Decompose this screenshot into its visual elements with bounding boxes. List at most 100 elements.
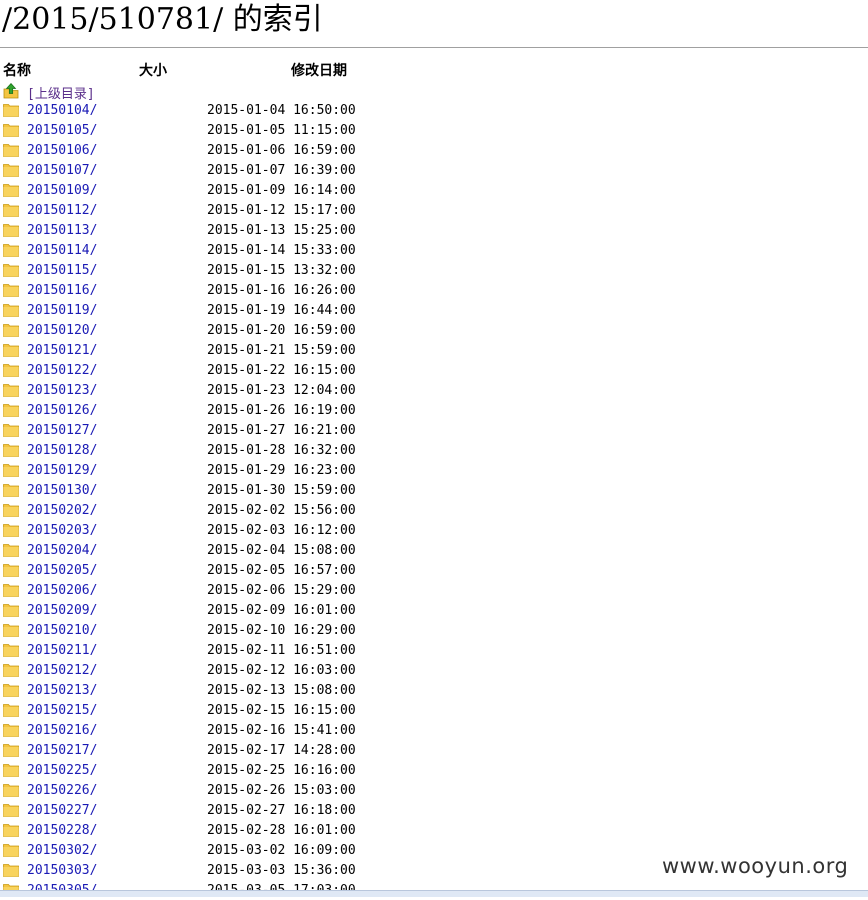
folder-link[interactable]: 20150122/ [27, 363, 97, 378]
folder-link[interactable]: 20150210/ [27, 623, 97, 638]
up-arrow-icon [3, 83, 19, 99]
folder-link[interactable]: 20150217/ [27, 743, 97, 758]
folder-link[interactable]: 20150104/ [27, 103, 97, 118]
column-header-name[interactable]: 名称 [3, 60, 31, 80]
folder-link[interactable]: 20150113/ [27, 223, 97, 238]
folder-icon [3, 403, 19, 417]
folder-link[interactable]: 20150123/ [27, 383, 97, 398]
folder-link[interactable]: 20150127/ [27, 423, 97, 438]
folder-link[interactable]: 20150106/ [27, 143, 97, 158]
modified-date: 2015-01-21 15:59:00 [207, 343, 356, 358]
folder-link[interactable]: 20150126/ [27, 403, 97, 418]
folder-link[interactable]: 20150212/ [27, 663, 97, 678]
list-item[interactable]: 20150202/2015-02-02 15:56:00 [0, 500, 868, 520]
parent-directory-row[interactable]: [上级目录] [0, 80, 868, 102]
folder-link[interactable]: 20150105/ [27, 123, 97, 138]
list-item[interactable]: 20150116/2015-01-16 16:26:00 [0, 280, 868, 300]
folder-link[interactable]: 20150226/ [27, 783, 97, 798]
list-item[interactable]: 20150205/2015-02-05 16:57:00 [0, 560, 868, 580]
list-item[interactable]: 20150210/2015-02-10 16:29:00 [0, 620, 868, 640]
folder-link[interactable]: 20150112/ [27, 203, 97, 218]
folder-link[interactable]: 20150228/ [27, 823, 97, 838]
list-item[interactable]: 20150209/2015-02-09 16:01:00 [0, 600, 868, 620]
list-item[interactable]: 20150126/2015-01-26 16:19:00 [0, 400, 868, 420]
folder-link[interactable]: 20150206/ [27, 583, 97, 598]
folder-link[interactable]: 20150205/ [27, 563, 97, 578]
list-item[interactable]: 20150119/2015-01-19 16:44:00 [0, 300, 868, 320]
list-item[interactable]: 20150130/2015-01-30 15:59:00 [0, 480, 868, 500]
folder-link[interactable]: 20150216/ [27, 723, 97, 738]
folder-link[interactable]: 20150128/ [27, 443, 97, 458]
column-header-row: 名称 大小 修改日期 [0, 58, 868, 80]
modified-date: 2015-01-15 13:32:00 [207, 263, 356, 278]
list-item[interactable]: 20150217/2015-02-17 14:28:00 [0, 740, 868, 760]
folder-icon [3, 323, 19, 337]
folder-link[interactable]: 20150213/ [27, 683, 97, 698]
folder-icon [3, 383, 19, 397]
list-item[interactable]: 20150226/2015-02-26 15:03:00 [0, 780, 868, 800]
list-item[interactable]: 20150109/2015-01-09 16:14:00 [0, 180, 868, 200]
list-item[interactable]: 20150115/2015-01-15 13:32:00 [0, 260, 868, 280]
list-item[interactable]: 20150215/2015-02-15 16:15:00 [0, 700, 868, 720]
folder-link[interactable]: 20150130/ [27, 483, 97, 498]
list-item[interactable]: 20150114/2015-01-14 15:33:00 [0, 240, 868, 260]
modified-date: 2015-02-12 16:03:00 [207, 663, 356, 678]
list-item[interactable]: 20150120/2015-01-20 16:59:00 [0, 320, 868, 340]
folder-link[interactable]: 20150129/ [27, 463, 97, 478]
folder-link[interactable]: 20150202/ [27, 503, 97, 518]
folder-link[interactable]: 20150121/ [27, 343, 97, 358]
folder-link[interactable]: 20150119/ [27, 303, 97, 318]
folder-link[interactable]: 20150211/ [27, 643, 97, 658]
list-item[interactable]: 20150127/2015-01-27 16:21:00 [0, 420, 868, 440]
list-item[interactable]: 20150121/2015-01-21 15:59:00 [0, 340, 868, 360]
list-item[interactable]: 20150228/2015-02-28 16:01:00 [0, 820, 868, 840]
folder-link[interactable]: 20150116/ [27, 283, 97, 298]
folder-link[interactable]: 20150114/ [27, 243, 97, 258]
folder-link[interactable]: 20150209/ [27, 603, 97, 618]
folder-link[interactable]: 20150227/ [27, 803, 97, 818]
list-item[interactable]: 20150122/2015-01-22 16:15:00 [0, 360, 868, 380]
list-item[interactable]: 20150216/2015-02-16 15:41:00 [0, 720, 868, 740]
list-item[interactable]: 20150225/2015-02-25 16:16:00 [0, 760, 868, 780]
list-item[interactable]: 20150107/2015-01-07 16:39:00 [0, 160, 868, 180]
list-item[interactable]: 20150129/2015-01-29 16:23:00 [0, 460, 868, 480]
list-item[interactable]: 20150105/2015-01-05 11:15:00 [0, 120, 868, 140]
list-item[interactable]: 20150204/2015-02-04 15:08:00 [0, 540, 868, 560]
folder-icon [3, 683, 19, 697]
list-item[interactable]: 20150211/2015-02-11 16:51:00 [0, 640, 868, 660]
list-item[interactable]: 20150203/2015-02-03 16:12:00 [0, 520, 868, 540]
directory-listing: 名称 大小 修改日期 [上级目录] 20150104/2015-01-04 16… [0, 58, 868, 900]
folder-link[interactable]: 20150107/ [27, 163, 97, 178]
list-item[interactable]: 20150113/2015-01-13 15:25:00 [0, 220, 868, 240]
list-item[interactable]: 20150206/2015-02-06 15:29:00 [0, 580, 868, 600]
column-header-size[interactable]: 大小 [139, 60, 167, 80]
list-item[interactable]: 20150212/2015-02-12 16:03:00 [0, 660, 868, 680]
column-header-modified[interactable]: 修改日期 [291, 60, 347, 80]
modified-date: 2015-02-28 16:01:00 [207, 823, 356, 838]
modified-date: 2015-02-26 15:03:00 [207, 783, 356, 798]
folder-link[interactable]: 20150115/ [27, 263, 97, 278]
list-item[interactable]: 20150104/2015-01-04 16:50:00 [0, 100, 868, 120]
modified-date: 2015-02-27 16:18:00 [207, 803, 356, 818]
folder-link[interactable]: 20150225/ [27, 763, 97, 778]
list-item[interactable]: 20150128/2015-01-28 16:32:00 [0, 440, 868, 460]
folder-icon [3, 563, 19, 577]
folder-icon [3, 423, 19, 437]
folder-icon [3, 103, 19, 117]
folder-link[interactable]: 20150109/ [27, 183, 97, 198]
list-item[interactable]: 20150112/2015-01-12 15:17:00 [0, 200, 868, 220]
folder-link[interactable]: 20150120/ [27, 323, 97, 338]
header-divider [0, 47, 868, 48]
folder-link[interactable]: 20150204/ [27, 543, 97, 558]
folder-icon [3, 443, 19, 457]
folder-link[interactable]: 20150215/ [27, 703, 97, 718]
list-item[interactable]: 20150213/2015-02-13 15:08:00 [0, 680, 868, 700]
list-item[interactable]: 20150106/2015-01-06 16:59:00 [0, 140, 868, 160]
folder-icon [3, 523, 19, 537]
folder-icon [3, 783, 19, 797]
folder-link[interactable]: 20150302/ [27, 843, 97, 858]
list-item[interactable]: 20150227/2015-02-27 16:18:00 [0, 800, 868, 820]
list-item[interactable]: 20150123/2015-01-23 12:04:00 [0, 380, 868, 400]
folder-link[interactable]: 20150303/ [27, 863, 97, 878]
folder-link[interactable]: 20150203/ [27, 523, 97, 538]
